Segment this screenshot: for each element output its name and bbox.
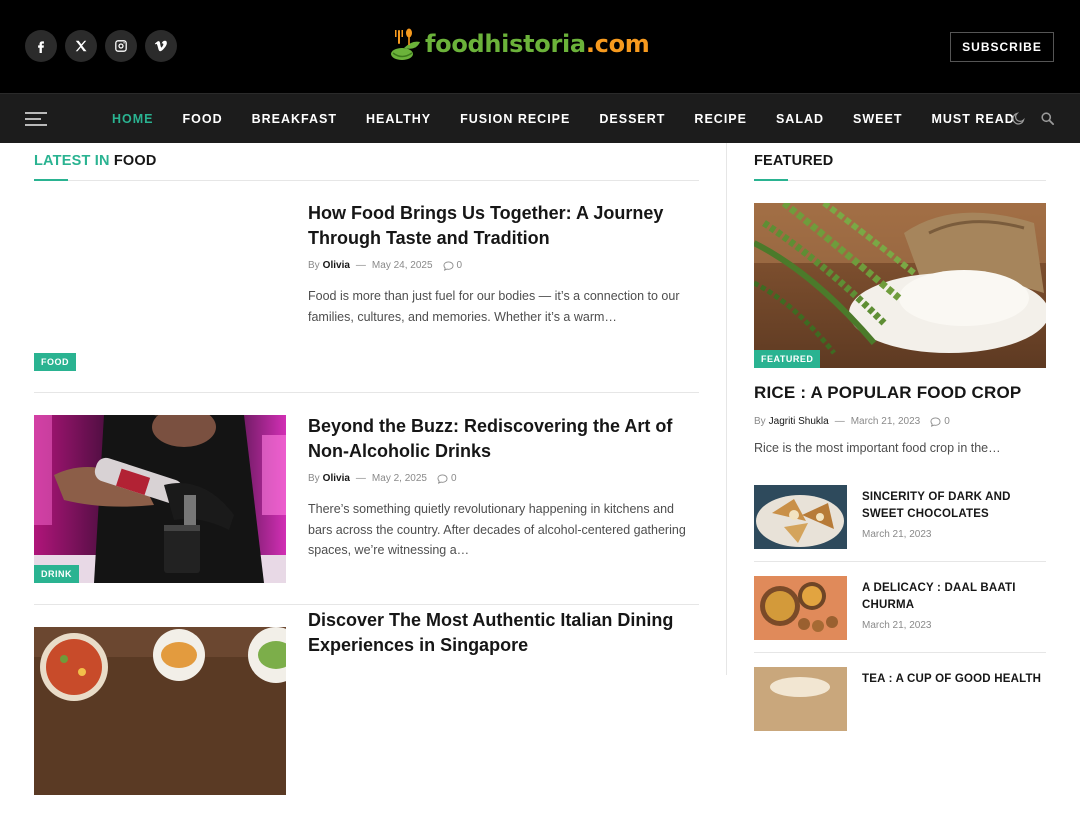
social-links: [25, 30, 177, 62]
featured-image[interactable]: FEATURED: [754, 203, 1046, 368]
nav-item-must-read[interactable]: MUST READ: [931, 112, 1014, 126]
nav-item-home[interactable]: HOME: [112, 112, 154, 126]
post-thumbnail[interactable]: DRINK: [34, 415, 286, 583]
subscribe-button[interactable]: SUBSCRIBE: [950, 32, 1054, 62]
dark-mode-moon-icon[interactable]: [1011, 111, 1026, 126]
post-thumbnail[interactable]: FOOD: [34, 203, 286, 371]
vimeo-link[interactable]: [145, 30, 177, 62]
facebook-icon: [38, 41, 44, 53]
rice-crop-image: [754, 203, 1046, 368]
x-link[interactable]: [65, 30, 97, 62]
post-title[interactable]: How Food Brings Us Together: A Journey T…: [308, 201, 700, 251]
logo-text-name: foodhistoria: [425, 30, 586, 58]
nav-item-healthy[interactable]: HEALTHY: [366, 112, 431, 126]
hamburger-menu-icon[interactable]: [25, 112, 47, 126]
category-badge[interactable]: FOOD: [34, 353, 76, 371]
italian-dishes-image: [34, 627, 286, 795]
sidebar-post-title[interactable]: A DELICACY : DAAL BAATI CHURMA: [862, 580, 1046, 614]
sidebar-divider: [726, 143, 727, 675]
sidebar-thumbnail[interactable]: [754, 667, 847, 731]
comment-count: 0: [944, 416, 950, 427]
site-header: foodhistoria.com SUBSCRIBE: [0, 0, 1080, 93]
main-content: LATEST IN FOOD FOOD How Food Brings Us T…: [34, 143, 699, 817]
post-meta: By Olivia — May 24, 2025 0: [308, 260, 463, 271]
comment-count: 0: [450, 473, 457, 484]
nav-tools: [1011, 111, 1055, 126]
sidebar-post: SINCERITY OF DARK AND SWEET CHOCOLATES M…: [754, 471, 1046, 562]
nav-item-food[interactable]: FOOD: [183, 112, 223, 126]
comment-count: 0: [456, 260, 463, 271]
section-heading: LATEST IN FOOD: [34, 143, 699, 181]
post-excerpt: Food is more than just fuel for our bodi…: [308, 289, 680, 324]
comments-link[interactable]: 0: [930, 416, 950, 427]
comment-icon: [437, 473, 448, 484]
section-title-rest: FOOD: [113, 152, 157, 169]
post-card: FOOD How Food Brings Us Together: A Jour…: [34, 181, 699, 393]
tea-cup-image: [754, 667, 847, 731]
post-excerpt: There’s something quietly revolutionary …: [308, 502, 686, 557]
sidebar-post: TEA : A CUP OF GOOD HEALTH: [754, 653, 1046, 744]
post-date: May 24, 2025: [371, 260, 433, 271]
vimeo-icon: [154, 40, 167, 52]
sidebar-post-date: March 21, 2023: [862, 529, 932, 540]
comments-link[interactable]: 0: [443, 260, 463, 271]
nav-item-sweet[interactable]: SWEET: [853, 112, 902, 126]
daal-baati-churma-image: [754, 576, 847, 640]
nav-item-recipe[interactable]: RECIPE: [694, 112, 747, 126]
sidebar-post-title[interactable]: TEA : A CUP OF GOOD HEALTH: [862, 671, 1046, 688]
comment-icon: [930, 416, 941, 427]
instagram-icon: [115, 40, 127, 52]
sidebar-thumbnail[interactable]: [754, 485, 847, 549]
sidebar-thumbnail[interactable]: [754, 576, 847, 640]
featured-meta: By Jagriti Shukla — March 21, 2023 0: [754, 416, 950, 427]
logo-text-domain: .com: [585, 30, 650, 58]
bartender-pouring-drink-image: [34, 415, 286, 583]
nav-item-fusion-recipe[interactable]: FUSION RECIPE: [460, 112, 570, 126]
post-date: March 21, 2023: [850, 416, 921, 427]
by-label: By: [308, 473, 320, 484]
author-link[interactable]: Olivia: [323, 260, 350, 271]
comments-link[interactable]: 0: [437, 473, 457, 484]
sidebar-title: FEATURED: [754, 152, 834, 169]
category-badge[interactable]: FEATURED: [754, 350, 821, 368]
nav-item-salad[interactable]: SALAD: [776, 112, 824, 126]
comment-icon: [443, 260, 454, 271]
instagram-link[interactable]: [105, 30, 137, 62]
author-link[interactable]: Olivia: [323, 473, 350, 484]
sidebar-post-date: March 21, 2023: [862, 620, 932, 631]
nav-menu: HOME FOOD BREAKFAST HEALTHY FUSION RECIP…: [112, 94, 1044, 144]
post-title[interactable]: Beyond the Buzz: Rediscovering the Art o…: [308, 414, 700, 464]
sidebar-post: A DELICACY : DAAL BAATI CHURMA March 21,…: [754, 562, 1046, 653]
post-card: Discover The Most Authentic Italian Dini…: [34, 605, 699, 817]
main-nav: HOME FOOD BREAKFAST HEALTHY FUSION RECIP…: [0, 93, 1080, 143]
sidebar-post-title[interactable]: SINCERITY OF DARK AND SWEET CHOCOLATES: [862, 489, 1046, 523]
search-icon[interactable]: [1040, 111, 1055, 126]
post-date: May 2, 2025: [371, 473, 427, 484]
sidebar: FEATURED FEATURED RICE : A POPULAR FOOD …: [754, 143, 1046, 744]
site-logo[interactable]: foodhistoria.com: [390, 26, 650, 62]
x-icon: [75, 40, 87, 52]
post-title[interactable]: Discover The Most Authentic Italian Dini…: [308, 608, 700, 658]
sidebar-heading: FEATURED: [754, 143, 1046, 181]
category-badge[interactable]: DRINK: [34, 565, 79, 583]
featured-title[interactable]: RICE : A POPULAR FOOD CROP: [754, 383, 1046, 403]
facebook-link[interactable]: [25, 30, 57, 62]
logo-mark-icon: [391, 28, 420, 60]
nav-item-breakfast[interactable]: BREAKFAST: [252, 112, 337, 126]
section-title-accent: LATEST IN: [34, 152, 110, 169]
nav-item-dessert[interactable]: DESSERT: [599, 112, 665, 126]
post-card: DRINK Beyond the Buzz: Rediscovering the…: [34, 393, 699, 605]
author-link[interactable]: Jagriti Shukla: [769, 416, 829, 427]
post-thumbnail[interactable]: [34, 627, 286, 795]
chocolate-dessert-image: [754, 485, 847, 549]
by-label: By: [308, 260, 320, 271]
post-meta: By Olivia — May 2, 2025 0: [308, 473, 457, 484]
featured-excerpt: Rice is the most important food crop in …: [754, 441, 1001, 455]
by-label: By: [754, 416, 766, 427]
